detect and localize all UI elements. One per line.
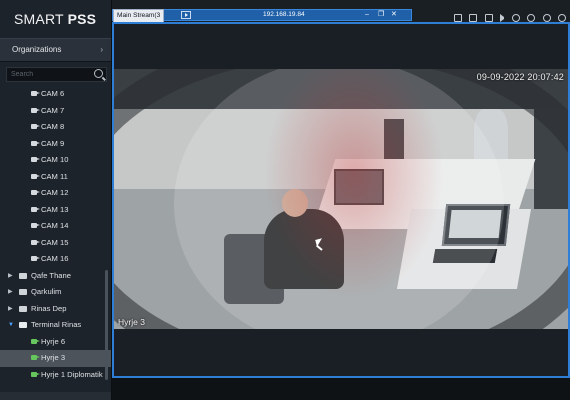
close-button[interactable]: ✕ xyxy=(391,10,397,20)
zoom-icon[interactable] xyxy=(542,14,551,22)
talk-icon[interactable] xyxy=(511,14,520,22)
tree-channel-hyrje-1-diplomatik[interactable]: Hyrje 1 Diplomatik xyxy=(0,367,111,384)
camera-icon xyxy=(31,223,40,228)
tree-group-qafe-thane[interactable]: ▶ Qafe Thane xyxy=(0,268,111,285)
tree-channel-hyrje-6[interactable]: Hyrje 6 xyxy=(0,334,111,351)
expand-arrow-icon[interactable]: ▶ xyxy=(8,301,13,318)
tree-item-label: CAM 10 xyxy=(41,155,69,164)
camera-icon xyxy=(31,173,40,179)
tree-item-label: CAM 6 xyxy=(41,89,65,98)
online-camera-icon xyxy=(31,338,40,344)
camera-icon xyxy=(31,239,40,245)
search-input[interactable] xyxy=(11,68,89,81)
tree-item-label: CAM 13 xyxy=(41,204,69,214)
tree-item-label: CAM 8 xyxy=(41,122,65,131)
camera-icon xyxy=(31,206,40,212)
chevron-right-icon[interactable]: › xyxy=(100,39,103,61)
expand-arrow-icon[interactable]: ▶ xyxy=(8,284,13,301)
tree-item-cam-8[interactable]: CAM 8 xyxy=(0,119,111,136)
tree-item-label: Qarkulim xyxy=(31,287,62,296)
stream-tab-bar: Main Stream(3 192.168.19.84 – ❐ ✕ xyxy=(112,9,412,23)
search-icon[interactable] xyxy=(94,69,103,78)
camera-icon xyxy=(31,157,40,162)
status-strip xyxy=(112,378,570,400)
app-logo: SMART PSS xyxy=(0,0,111,38)
tree-item-label: Hyrje 1 Diplomatik xyxy=(41,369,103,379)
sidebar-footer xyxy=(0,392,111,400)
tree-item-label: CAM 14 xyxy=(41,221,69,230)
camera-icon xyxy=(31,256,40,261)
search-box xyxy=(6,67,107,82)
tree-group-rinas-dep[interactable]: ▶ Rinas Dep xyxy=(0,301,111,318)
camera-icon xyxy=(31,124,40,129)
sidebar-scrollbar[interactable] xyxy=(105,270,108,380)
stream-tab[interactable]: Main Stream(3 xyxy=(113,9,165,23)
device-icon xyxy=(19,289,27,295)
tree-item-cam-15[interactable]: CAM 15 xyxy=(0,235,111,252)
tree-item-label: Hyrje 3 xyxy=(41,353,66,362)
online-camera-icon xyxy=(31,371,40,377)
collapse-arrow-icon[interactable]: ▼ xyxy=(8,317,14,334)
tree-item-cam-14[interactable]: CAM 14 xyxy=(0,218,111,235)
sidebar: SMART PSS Organizations › CAM 6 CAM 7 CA… xyxy=(0,0,112,400)
expand-arrow-icon[interactable]: ▶ xyxy=(8,268,13,285)
tree-item-label: Qafe Thane xyxy=(31,270,71,280)
tree-item-cam-11[interactable]: CAM 11 xyxy=(0,169,111,186)
organizations-label: Organizations xyxy=(12,45,62,54)
device-tree: CAM 6 CAM 7 CAM 8 CAM 9 CAM 10 CAM 11 CA… xyxy=(0,86,111,383)
tree-item-label: CAM 16 xyxy=(41,254,69,263)
fullscreen-icon[interactable] xyxy=(453,14,462,22)
tree-item-label: Terminal Rinas xyxy=(31,320,82,329)
camera-frame: 09-09-2022 20:07:42 Hyrje 3 xyxy=(114,69,568,329)
tree-item-label: CAM 12 xyxy=(41,188,69,197)
tree-item-cam-16[interactable]: CAM 16 xyxy=(0,251,111,268)
video-tools xyxy=(451,9,566,22)
video-timestamp: 09-09-2022 20:07:42 xyxy=(476,72,564,82)
record-icon[interactable] xyxy=(484,14,493,22)
tree-item-cam-9[interactable]: CAM 9 xyxy=(0,136,111,153)
tree-item-cam-13[interactable]: CAM 13 xyxy=(0,202,111,219)
tree-item-cam-10[interactable]: CAM 10 xyxy=(0,152,111,169)
device-icon xyxy=(19,322,27,328)
video-channel-label: Hyrje 3 xyxy=(118,317,145,327)
tree-item-cam-6[interactable]: CAM 6 xyxy=(0,86,111,103)
tree-item-cam-7[interactable]: CAM 7 xyxy=(0,103,111,120)
video-window[interactable]: 09-09-2022 20:07:42 Hyrje 3 xyxy=(112,22,570,378)
app-name-part1: SMART xyxy=(14,11,64,27)
camera-icon xyxy=(31,140,40,146)
tree-item-label: Hyrje 6 xyxy=(41,336,66,346)
device-icon xyxy=(19,272,27,279)
snapshot-icon[interactable] xyxy=(469,14,478,22)
restore-button[interactable]: ❐ xyxy=(378,10,384,20)
tree-channel-hyrje-3[interactable]: Hyrje 3 xyxy=(0,350,111,367)
organizations-header[interactable]: Organizations › xyxy=(0,38,111,62)
app-name-part2: PSS xyxy=(67,11,97,27)
play-window-icon[interactable] xyxy=(181,11,191,19)
camera-icon xyxy=(31,107,40,113)
minimize-button[interactable]: – xyxy=(365,10,369,20)
tree-item-label: CAM 7 xyxy=(41,105,65,115)
speaker-icon[interactable] xyxy=(500,14,505,22)
ptz-icon[interactable] xyxy=(527,14,536,22)
device-icon xyxy=(19,305,27,312)
tree-item-label: Rinas Dep xyxy=(31,303,67,313)
device-ip-address: 192.168.19.84 xyxy=(263,11,305,18)
tree-item-cam-12[interactable]: CAM 12 xyxy=(0,185,111,202)
camera-icon xyxy=(31,190,40,195)
tree-group-qarkulim[interactable]: ▶ Qarkulim xyxy=(0,284,111,301)
close-video-icon[interactable] xyxy=(558,14,566,22)
online-camera-icon xyxy=(31,355,40,360)
video-toolbar: Main Stream(3 192.168.19.84 – ❐ ✕ xyxy=(112,0,570,23)
camera-icon xyxy=(31,91,40,96)
tree-item-label: CAM 9 xyxy=(41,138,65,148)
tree-item-label: CAM 15 xyxy=(41,237,69,247)
tree-item-label: CAM 11 xyxy=(41,171,68,181)
tree-group-terminal-rinas[interactable]: ▼ Terminal Rinas xyxy=(0,317,111,334)
